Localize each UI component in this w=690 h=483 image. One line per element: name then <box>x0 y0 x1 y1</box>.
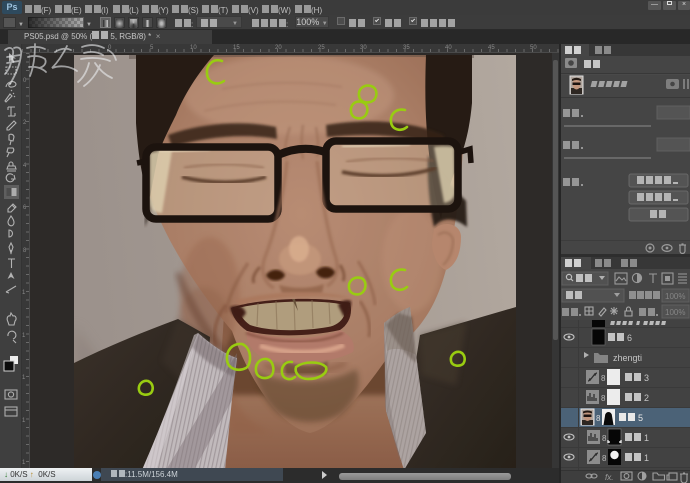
svg-text:8: 8 <box>601 394 606 403</box>
svg-text:5: 5 <box>638 413 643 423</box>
svg-text:1: 1 <box>644 453 649 463</box>
svg-text:8: 8 <box>601 374 606 383</box>
svg-text:fx.: fx. <box>605 473 613 482</box>
svg-text:3: 3 <box>644 373 649 383</box>
svg-text:8: 8 <box>596 414 601 423</box>
svg-text:100%: 100% <box>665 292 685 301</box>
svg-text:100%: 100% <box>665 308 685 317</box>
svg-text:1: 1 <box>644 433 649 443</box>
svg-text:8: 8 <box>602 434 607 443</box>
svg-text:6: 6 <box>627 333 632 343</box>
svg-text:zhengti: zhengti <box>613 353 642 363</box>
svg-text:2: 2 <box>644 393 649 403</box>
svg-text:8: 8 <box>602 454 607 463</box>
